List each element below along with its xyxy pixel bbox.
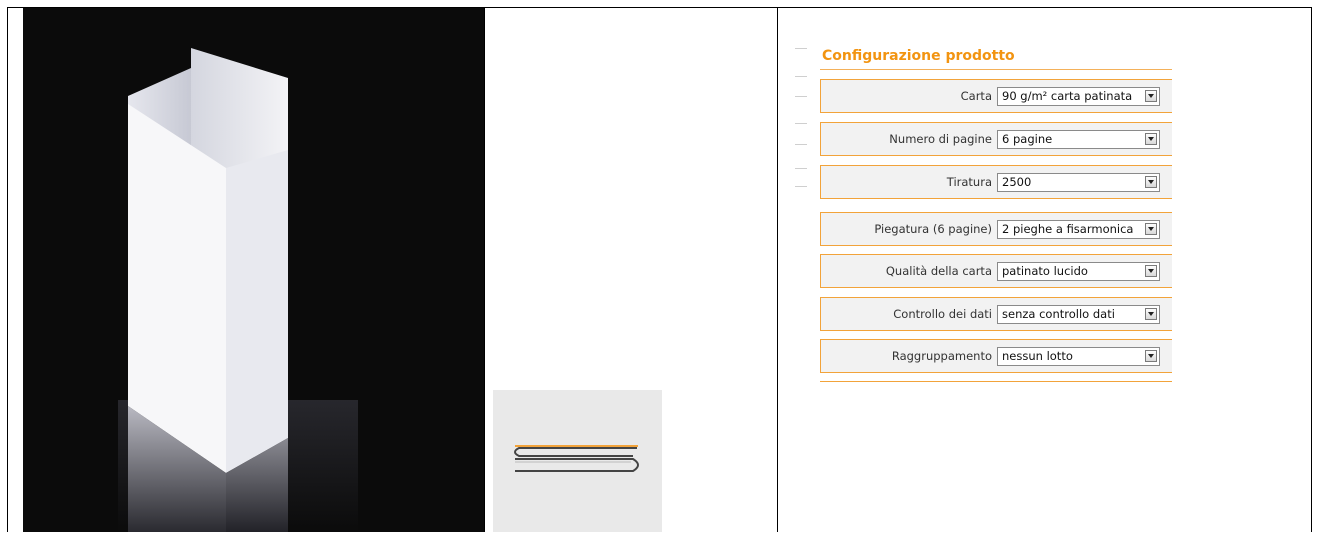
chevron-down-icon[interactable]: [1145, 90, 1157, 102]
config-row-piegatura: Piegatura (6 pagine) 2 pieghe a fisarmon…: [820, 212, 1172, 246]
chevron-down-icon[interactable]: [1145, 265, 1157, 277]
config-row-tiratura: Tiratura 2500: [820, 165, 1172, 199]
qualita-carta-select[interactable]: patinato lucido: [997, 262, 1160, 281]
panel-bottom-rule: [820, 381, 1172, 385]
piegatura-select[interactable]: 2 pieghe a fisarmonica: [997, 220, 1160, 239]
numero-pagine-select[interactable]: 6 pagine: [997, 130, 1160, 149]
config-row-carta: Carta 90 g/m² carta patinata: [820, 79, 1172, 113]
select-value: senza controllo dati: [1002, 307, 1115, 321]
select-value: patinato lucido: [1002, 264, 1088, 278]
column-divider: [777, 7, 778, 532]
config-row-numero-pagine: Numero di pagine 6 pagine: [820, 122, 1172, 156]
carta-select[interactable]: 90 g/m² carta patinata: [997, 87, 1160, 106]
chevron-down-icon[interactable]: [1145, 308, 1157, 320]
title-rule: [820, 69, 1172, 70]
chevron-down-icon[interactable]: [1145, 176, 1157, 188]
config-row-raggruppamento: Raggruppamento nessun lotto: [820, 339, 1172, 373]
fold-type-thumbnail: [493, 390, 662, 532]
config-label: Piegatura (6 pagine): [874, 222, 992, 236]
product-image: [23, 8, 484, 532]
select-value: nessun lotto: [1002, 349, 1073, 363]
config-label: Carta: [960, 89, 992, 103]
tiratura-select[interactable]: 2500: [997, 173, 1160, 192]
config-label: Tiratura: [946, 175, 992, 189]
config-row-controllo-dati: Controllo dei dati senza controllo dati: [820, 297, 1172, 331]
side-dashes: [795, 48, 807, 188]
config-label: Raggruppamento: [891, 349, 992, 363]
column-divider: [484, 7, 485, 532]
select-value: 2500: [1002, 175, 1032, 189]
config-label: Controllo dei dati: [893, 307, 992, 321]
select-value: 2 pieghe a fisarmonica: [1002, 222, 1134, 236]
raggruppamento-select[interactable]: nessun lotto: [997, 347, 1160, 366]
select-value: 6 pagine: [1002, 132, 1053, 146]
chevron-down-icon[interactable]: [1145, 133, 1157, 145]
config-title: Configurazione prodotto: [822, 48, 1015, 64]
controllo-dati-select[interactable]: senza controllo dati: [997, 305, 1160, 324]
chevron-down-icon[interactable]: [1145, 223, 1157, 235]
chevron-down-icon[interactable]: [1145, 350, 1157, 362]
select-value: 90 g/m² carta patinata: [1002, 89, 1133, 103]
config-label: Qualità della carta: [885, 264, 992, 278]
config-label: Numero di pagine: [889, 132, 992, 146]
accordion-fold-diagram-icon: [514, 445, 639, 472]
config-row-qualita-carta: Qualità della carta patinato lucido: [820, 254, 1172, 288]
folded-leaflet-image: [23, 8, 484, 532]
